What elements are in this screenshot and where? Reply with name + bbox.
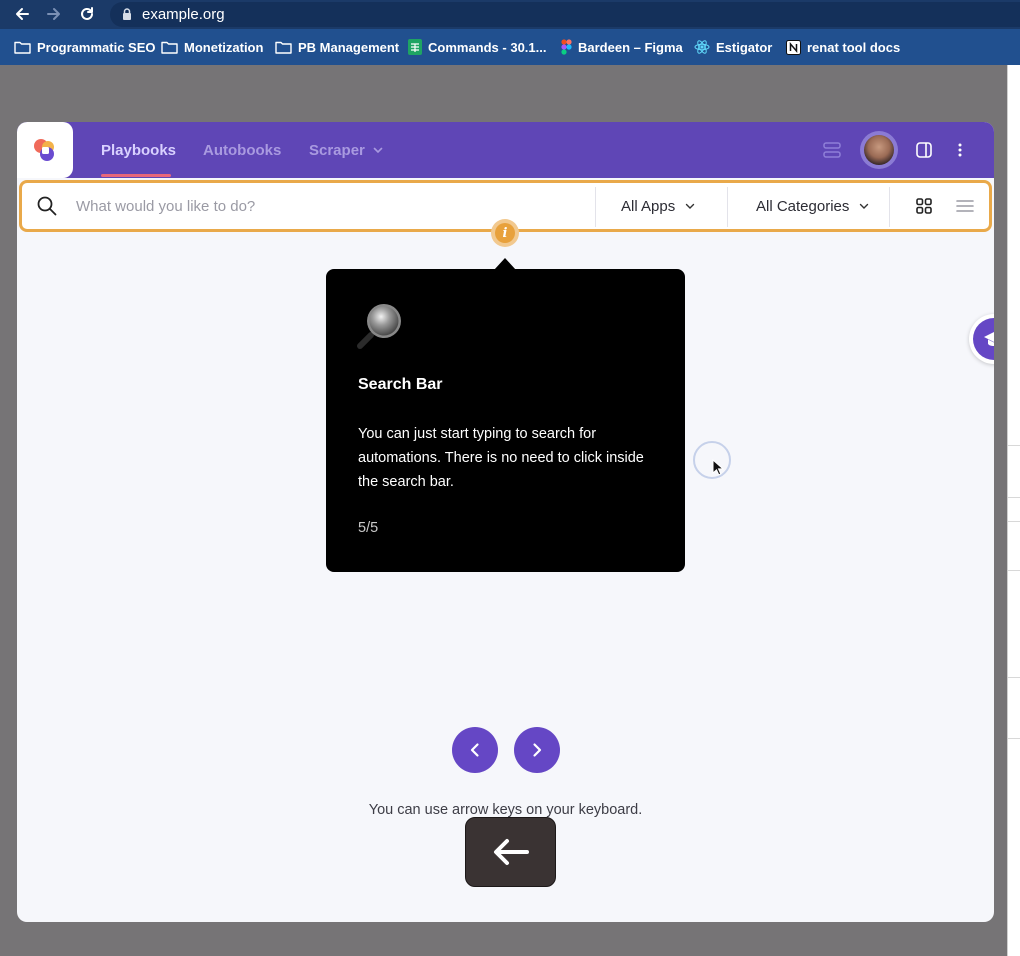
bookmark-bardeen-figma[interactable]: Bardeen – Figma bbox=[561, 38, 683, 56]
panel-toggle-button[interactable] bbox=[915, 141, 933, 159]
more-vertical-icon bbox=[958, 143, 962, 157]
app-window: Playbooks Autobooks Scraper All Apps All… bbox=[17, 122, 994, 922]
tour-tooltip: Search Bar You can just start typing to … bbox=[326, 269, 685, 572]
stack-icon bbox=[823, 142, 841, 158]
bookmark-commands[interactable]: Commands - 30.1... bbox=[408, 38, 546, 56]
keyboard-hint: You can use arrow keys on your keyboard. bbox=[368, 802, 643, 818]
list-view-icon[interactable] bbox=[956, 197, 974, 215]
address-bar[interactable]: example.org bbox=[110, 2, 1020, 27]
chevron-down-icon bbox=[373, 147, 383, 154]
folder-icon bbox=[161, 41, 178, 54]
left-arrow-key-overlay bbox=[465, 817, 556, 887]
chevron-right-icon bbox=[533, 743, 542, 757]
bookmark-pb-management[interactable]: PB Management bbox=[275, 38, 399, 56]
bookmark-label: Estigator bbox=[716, 39, 773, 55]
next-step-button[interactable] bbox=[514, 727, 560, 773]
chevron-down-icon bbox=[860, 203, 869, 209]
tab-scraper[interactable]: Scraper bbox=[309, 142, 383, 159]
apps-filter-dropdown[interactable]: All Apps bbox=[621, 198, 695, 215]
tab-playbooks[interactable]: Playbooks bbox=[101, 142, 176, 159]
devtools-panel-edge bbox=[1007, 65, 1020, 956]
logo-icon bbox=[34, 139, 54, 161]
bookmark-label: PB Management bbox=[298, 39, 400, 55]
reload-button[interactable] bbox=[77, 4, 97, 24]
apps-filter-label: All Apps bbox=[621, 198, 676, 215]
bookmark-label: Bardeen – Figma bbox=[578, 39, 683, 55]
categories-filter-dropdown[interactable]: All Categories bbox=[756, 198, 869, 215]
stack-button[interactable] bbox=[823, 141, 841, 159]
previous-step-button[interactable] bbox=[452, 727, 498, 773]
app-logo[interactable] bbox=[17, 122, 73, 178]
bookmark-label: Commands - 30.1... bbox=[428, 39, 547, 55]
arrow-left-icon bbox=[493, 839, 529, 865]
chevron-down-icon bbox=[686, 203, 695, 209]
grid-view-icon[interactable] bbox=[915, 197, 933, 215]
tab-scraper-label: Scraper bbox=[309, 142, 365, 159]
tooltip-step-counter: 5/5 bbox=[358, 520, 379, 536]
tooltip-body: You can just start typing to search for … bbox=[358, 426, 644, 490]
reload-icon bbox=[81, 7, 93, 20]
react-icon bbox=[694, 40, 710, 54]
tour-hotspot[interactable]: i bbox=[491, 219, 519, 247]
tooltip-title: Search Bar bbox=[358, 376, 443, 393]
bookmark-label: renat tool docs bbox=[807, 39, 901, 55]
bookmark-renat-tool-docs[interactable]: renat tool docs bbox=[786, 38, 900, 56]
categories-filter-label: All Categories bbox=[756, 198, 850, 215]
folder-icon bbox=[14, 41, 31, 54]
user-avatar[interactable] bbox=[860, 131, 898, 169]
graduation-cap-icon bbox=[984, 332, 994, 346]
bookmarks-bar: Programmatic SEO Monetization PB Managem… bbox=[0, 29, 1020, 65]
bookmark-label: Monetization bbox=[184, 39, 264, 55]
search-icon bbox=[37, 196, 57, 216]
mouse-pointer-icon bbox=[712, 459, 724, 476]
active-tab-indicator bbox=[101, 174, 171, 177]
bookmark-estigator[interactable]: Estigator bbox=[694, 38, 772, 56]
folder-icon bbox=[275, 41, 292, 54]
sheets-icon bbox=[408, 39, 422, 55]
app-header: Playbooks Autobooks Scraper bbox=[17, 122, 994, 178]
browser-toolbar: example.org bbox=[0, 0, 1020, 29]
magnifying-glass-icon bbox=[357, 304, 401, 349]
lock-icon bbox=[123, 8, 131, 20]
sidebar-panel-icon bbox=[916, 142, 932, 158]
more-menu-button[interactable] bbox=[957, 141, 963, 159]
forward-button[interactable] bbox=[44, 4, 64, 24]
bookmark-monetization[interactable]: Monetization bbox=[161, 38, 263, 56]
tab-autobooks[interactable]: Autobooks bbox=[203, 142, 281, 159]
back-arrow-icon bbox=[16, 8, 29, 20]
info-icon: i bbox=[495, 223, 515, 243]
tutorial-button[interactable] bbox=[969, 314, 994, 364]
forward-arrow-icon bbox=[47, 8, 60, 20]
bookmark-programmatic-seo[interactable]: Programmatic SEO bbox=[14, 38, 156, 56]
chevron-left-icon bbox=[470, 743, 479, 757]
figma-icon bbox=[561, 39, 572, 55]
back-button[interactable] bbox=[12, 4, 32, 24]
search-input[interactable] bbox=[76, 194, 586, 218]
url-text: example.org bbox=[142, 6, 225, 23]
notion-icon bbox=[786, 39, 801, 55]
bookmark-label: Programmatic SEO bbox=[37, 39, 156, 55]
